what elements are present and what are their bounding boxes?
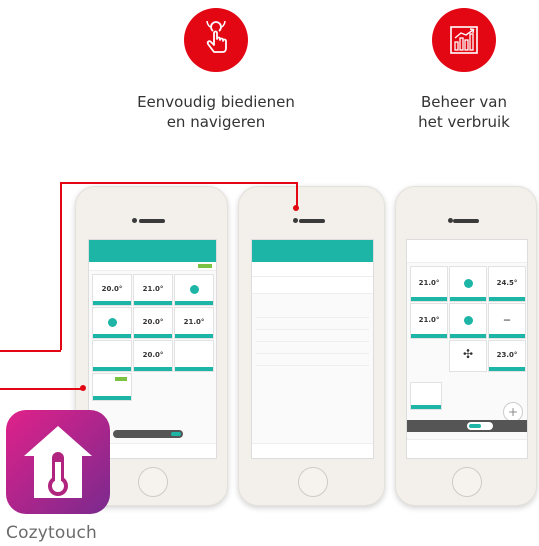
- bottom-nav: [407, 439, 527, 458]
- tile-temp-1: 21.0°: [418, 279, 440, 287]
- callout-line-1-stub: [0, 350, 61, 352]
- mode-toggle[interactable]: [467, 422, 493, 430]
- phone-camera: [293, 218, 298, 223]
- app-name: Cozytouch: [6, 523, 98, 543]
- tile-temp-2: 24.5°: [496, 279, 518, 287]
- phone-camera: [448, 218, 453, 223]
- add-button[interactable]: +: [503, 402, 523, 422]
- tap-hand-icon-badge: [184, 8, 248, 72]
- phone-screen-2: [251, 239, 374, 459]
- tile-temp-4: —: [503, 316, 511, 324]
- phone-home-button: [297, 467, 328, 497]
- phone-home-button: [137, 467, 168, 497]
- callout-dot-2: [80, 385, 86, 391]
- callout-line-1-vertical: [60, 182, 62, 350]
- bottom-nav: [252, 443, 373, 458]
- phone-camera: [132, 218, 137, 223]
- tile-temp-3: 21.0°: [418, 316, 440, 324]
- callout-line-1-horizontal: [60, 182, 297, 184]
- boost-toggle[interactable]: [113, 430, 183, 438]
- callout-dot-1: [293, 205, 299, 211]
- phone-mockup-2: [238, 186, 385, 506]
- tile-temp-5: 23.0°: [496, 351, 518, 359]
- phone-earpiece: [138, 219, 165, 223]
- feature-label-usage: Beheer van het verbruik: [418, 93, 510, 131]
- feature-label-control: Eenvoudig biedienen en navigeren: [137, 93, 295, 131]
- phone-home-button: [452, 467, 482, 497]
- house-thermometer-icon: [24, 426, 92, 498]
- usage-chart-icon: [450, 26, 478, 54]
- phone-earpiece: [453, 219, 479, 223]
- phone-mockup-3: 21.0° 24.5° 21.0° — ✣ 23.0° +: [395, 186, 537, 506]
- phone-screen-3: 21.0° 24.5° 21.0° — ✣ 23.0° +: [406, 239, 528, 459]
- callout-line-2: [0, 388, 82, 390]
- tap-hand-icon: [206, 21, 227, 53]
- app-icon: [6, 410, 110, 514]
- usage-chart-icon-badge: [432, 8, 496, 72]
- phone-earpiece: [298, 219, 325, 223]
